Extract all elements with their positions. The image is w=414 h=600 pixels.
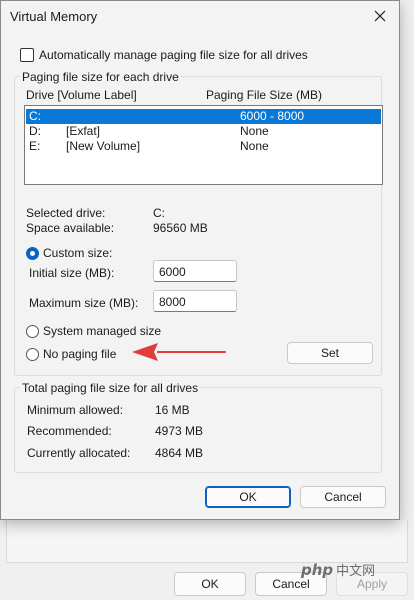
radio-dot[interactable] <box>26 246 39 260</box>
set-button[interactable]: Set <box>287 342 373 364</box>
watermark-site: 中文网 <box>336 563 376 578</box>
per-drive-group-title: Paging file size for each drive <box>20 70 181 84</box>
maximum-size-label: Maximum size (MB): <box>29 296 139 310</box>
system-managed-label: System managed size <box>43 324 162 338</box>
currently-allocated-label: Currently allocated: <box>27 446 131 460</box>
drive-volume-label: [Exfat] <box>66 124 101 138</box>
selected-drive-label: Selected drive: <box>26 206 106 220</box>
drive-letter: C: <box>29 109 41 123</box>
parent-ok-button[interactable]: OK <box>174 572 246 596</box>
radio-dot[interactable] <box>26 324 39 338</box>
drive-paging-size: None <box>240 124 269 138</box>
auto-manage-label: Automatically manage paging file size fo… <box>39 48 308 62</box>
list-item[interactable]: D: [Exfat] None <box>26 124 381 139</box>
custom-size-radio[interactable]: Custom size: <box>26 246 112 260</box>
drive-letter: D: <box>29 124 41 138</box>
ok-button[interactable]: OK <box>205 486 291 508</box>
virtual-memory-dialog: Virtual Memory Automatically manage pagi… <box>0 0 400 520</box>
space-available-label: Space available: <box>26 221 115 235</box>
minimum-allowed-label: Minimum allowed: <box>27 403 124 417</box>
no-paging-label: No paging file <box>43 347 117 361</box>
initial-size-label: Initial size (MB): <box>29 266 115 280</box>
drive-paging-size: 6000 - 8000 <box>240 109 305 123</box>
list-item[interactable]: C: 6000 - 8000 <box>26 109 381 124</box>
column-header-drive: Drive [Volume Label] <box>26 88 137 102</box>
auto-manage-checkbox[interactable]: Automatically manage paging file size fo… <box>20 48 308 62</box>
close-icon <box>374 10 386 22</box>
close-button[interactable] <box>367 3 393 29</box>
recommended-label: Recommended: <box>27 424 112 438</box>
drive-list[interactable]: C: 6000 - 8000 D: [Exfat] None E: [New V… <box>24 105 383 185</box>
system-managed-radio[interactable]: System managed size <box>26 324 161 338</box>
no-paging-radio[interactable]: No paging file <box>26 347 116 361</box>
drive-letter: E: <box>29 139 41 153</box>
custom-size-label: Custom size: <box>43 246 113 260</box>
drive-volume-label: [New Volume] <box>66 139 141 153</box>
drive-paging-size: None <box>240 139 269 153</box>
initial-size-input[interactable]: 6000 <box>153 260 237 282</box>
cancel-button[interactable]: Cancel <box>300 486 386 508</box>
parent-panel <box>6 520 408 563</box>
list-item[interactable]: E: [New Volume] None <box>26 139 381 154</box>
radio-dot[interactable] <box>26 347 39 361</box>
minimum-allowed-value: 16 MB <box>155 403 190 417</box>
annotation-arrow-icon <box>132 343 226 361</box>
currently-allocated-value: 4864 MB <box>155 446 204 460</box>
dialog-title: Virtual Memory <box>10 9 98 24</box>
selected-drive-value: C: <box>153 206 165 220</box>
watermark: php 中文网 <box>301 560 375 579</box>
column-header-size: Paging File Size (MB) <box>206 88 323 102</box>
checkbox-box[interactable] <box>20 48 34 62</box>
total-group-title: Total paging file size for all drives <box>20 381 201 395</box>
recommended-value: 4973 MB <box>155 424 204 438</box>
watermark-logo: php <box>301 560 334 579</box>
space-available-value: 96560 MB <box>153 221 208 235</box>
maximum-size-input[interactable]: 8000 <box>153 290 237 312</box>
